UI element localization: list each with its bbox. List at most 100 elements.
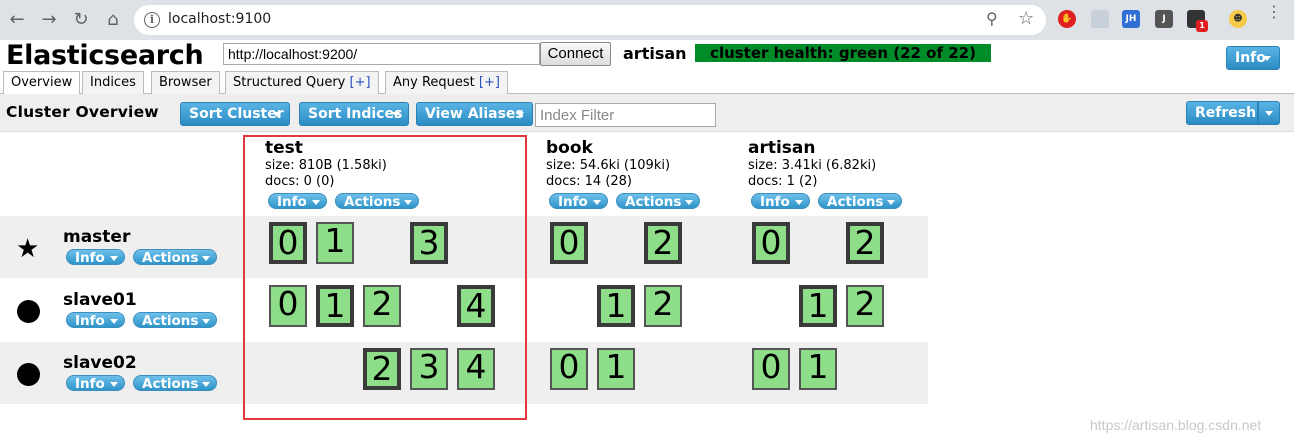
- cluster-url-input[interactable]: [223, 43, 540, 65]
- button-label: Info: [75, 250, 105, 265]
- shard-book-0[interactable]: 0: [550, 222, 588, 264]
- shard-artisan-2[interactable]: 2: [846, 222, 884, 264]
- chevron-down-icon: [110, 256, 118, 261]
- index-actions-button[interactable]: Actions: [616, 193, 700, 209]
- shard-test-3[interactable]: 3: [410, 348, 448, 390]
- node-actions-button[interactable]: Actions: [133, 312, 217, 328]
- shard-test-1[interactable]: 1: [316, 285, 354, 327]
- shard-test-3[interactable]: 3: [410, 222, 448, 264]
- shard-test-0[interactable]: 0: [269, 222, 307, 264]
- shard-book-1[interactable]: 1: [597, 285, 635, 327]
- index-size: size: 54.6ki (109ki): [546, 158, 671, 173]
- node-actions-button[interactable]: Actions: [133, 249, 217, 265]
- reload-icon[interactable]: ↻: [70, 9, 92, 31]
- home-icon[interactable]: ⌂: [102, 9, 124, 31]
- shard-artisan-0[interactable]: 0: [752, 222, 790, 264]
- site-info-icon[interactable]: i: [144, 12, 160, 28]
- address-bar[interactable]: i localhost:9100 ⚲ ☆: [134, 5, 1046, 35]
- index-name: book: [546, 138, 593, 158]
- cluster-health-badge: cluster health: green (22 of 22): [695, 44, 991, 62]
- expand-tab-link[interactable]: [+]: [350, 75, 371, 90]
- shard-artisan-0[interactable]: 0: [752, 348, 790, 390]
- shard-test-2[interactable]: 2: [363, 285, 401, 327]
- shard-artisan-1[interactable]: 1: [799, 348, 837, 390]
- index-actions-button[interactable]: Actions: [335, 193, 419, 209]
- index-info-button[interactable]: Info: [268, 193, 327, 209]
- tab-label: Indices: [90, 75, 136, 90]
- zoom-icon[interactable]: ⚲: [986, 9, 998, 28]
- button-label: Actions: [344, 194, 401, 209]
- bookmark-star-icon[interactable]: ☆: [1018, 8, 1034, 29]
- chevron-down-icon: [516, 112, 524, 117]
- shard-artisan-1[interactable]: 1: [799, 285, 837, 327]
- browser-menu-icon[interactable]: ⋮: [1266, 4, 1282, 20]
- button-label: Actions: [142, 376, 199, 391]
- index-info-button[interactable]: Info: [751, 193, 810, 209]
- index-actions-button[interactable]: Actions: [818, 193, 902, 209]
- expand-tab-link[interactable]: [+]: [479, 75, 500, 90]
- button-label: Info: [558, 194, 588, 209]
- node-info-button[interactable]: Info: [66, 249, 125, 265]
- master-star-icon: ★: [16, 234, 40, 264]
- sort-cluster-button[interactable]: Sort Cluster: [180, 102, 290, 126]
- tab-any-request[interactable]: Any Request [+]: [385, 71, 508, 94]
- tab-overview[interactable]: Overview: [3, 71, 81, 95]
- shard-book-0[interactable]: 0: [550, 348, 588, 390]
- button-label: View Aliases: [425, 106, 524, 122]
- shard-test-4[interactable]: 4: [457, 285, 495, 327]
- chevron-down-icon: [685, 200, 693, 205]
- index-docs: docs: 0 (0): [265, 174, 335, 189]
- chevron-down-icon: [202, 256, 210, 261]
- button-label: Info: [75, 313, 105, 328]
- index-size: size: 810B (1.58ki): [265, 158, 387, 173]
- refresh-button[interactable]: Refresh: [1186, 101, 1258, 125]
- node-info-button[interactable]: Info: [66, 312, 125, 328]
- node-name: slave02: [63, 353, 137, 373]
- tab-indices[interactable]: Indices: [82, 71, 144, 94]
- button-label: Actions: [142, 250, 199, 265]
- chevron-down-icon: [1265, 111, 1273, 116]
- shard-test-2[interactable]: 2: [363, 348, 401, 390]
- tab-structured-query[interactable]: Structured Query [+]: [225, 71, 379, 94]
- button-label: Sort Indices: [308, 106, 403, 122]
- translate-extension-icon[interactable]: [1091, 10, 1109, 28]
- index-name: test: [265, 138, 303, 158]
- shard-artisan-2[interactable]: 2: [846, 285, 884, 327]
- json-extension-icon[interactable]: J: [1155, 10, 1173, 28]
- profile-avatar-icon[interactable]: ☻: [1229, 10, 1247, 28]
- connect-button[interactable]: Connect: [540, 42, 611, 66]
- sort-indices-button[interactable]: Sort Indices: [299, 102, 409, 126]
- info-menu-button[interactable]: Info: [1226, 46, 1280, 70]
- adblock-extension-icon[interactable]: ✋: [1058, 10, 1076, 28]
- shard-book-2[interactable]: 2: [644, 222, 682, 264]
- node-actions-button[interactable]: Actions: [133, 375, 217, 391]
- view-aliases-button[interactable]: View Aliases: [416, 102, 533, 126]
- tab-label: Overview: [11, 75, 73, 90]
- chevron-down-icon: [404, 200, 412, 205]
- node-name: master: [63, 227, 131, 247]
- index-filter-input[interactable]: [535, 103, 716, 127]
- chevron-down-icon: [593, 200, 601, 205]
- shard-book-2[interactable]: 2: [644, 285, 682, 327]
- back-arrow-icon[interactable]: ←: [6, 9, 28, 31]
- cluster-name: artisan: [623, 44, 687, 63]
- shard-test-1[interactable]: 1: [316, 222, 354, 264]
- node-name: slave01: [63, 290, 137, 310]
- chevron-down-icon: [795, 200, 803, 205]
- forward-arrow-icon[interactable]: →: [38, 9, 60, 31]
- shard-book-1[interactable]: 1: [597, 348, 635, 390]
- address-url[interactable]: localhost:9100: [168, 11, 271, 27]
- button-label: Info: [75, 376, 105, 391]
- tab-label: Structured Query: [233, 75, 350, 90]
- jh-extension-icon[interactable]: JH: [1122, 10, 1140, 28]
- tab-label: Browser: [159, 75, 212, 90]
- shard-test-4[interactable]: 4: [457, 348, 495, 390]
- shard-test-0[interactable]: 0: [269, 285, 307, 327]
- tab-browser[interactable]: Browser: [151, 71, 220, 94]
- node-info-button[interactable]: Info: [66, 375, 125, 391]
- button-label: Info: [760, 194, 790, 209]
- button-label: Actions: [827, 194, 884, 209]
- refresh-options-button[interactable]: [1258, 101, 1280, 125]
- chevron-down-icon: [312, 200, 320, 205]
- index-info-button[interactable]: Info: [549, 193, 608, 209]
